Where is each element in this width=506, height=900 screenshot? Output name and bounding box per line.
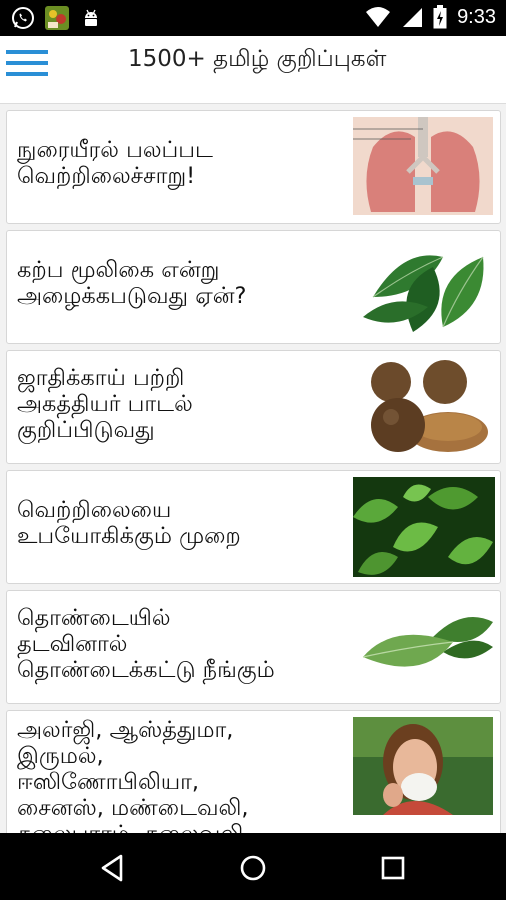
system-status: 9:33 (365, 5, 496, 29)
article-title: தொண்டையில் தடவினால் தொண்டைக்கட்டு நீங்கு… (17, 605, 352, 683)
article-title-line: ஜாதிக்காய் பற்றி (17, 365, 185, 391)
navigation-bar (0, 833, 506, 900)
article-title: நுரையீரல் பலப்பட வெற்றிலைச்சாறு! (17, 137, 352, 189)
whatsapp-icon (10, 5, 36, 31)
article-card[interactable]: வெற்றிலையை உபயோகிக்கும் முறை (6, 470, 501, 584)
lungs-image (353, 117, 493, 215)
article-title-line: இருமல், (17, 743, 104, 769)
notification-icons (10, 5, 104, 31)
app-title: 1500+ தமிழ் குறிப்புகள் (128, 46, 387, 72)
article-title-line: குறிப்பிடுவது (17, 417, 155, 443)
home-icon[interactable] (236, 851, 270, 885)
article-title-line: வெற்றிலையை (17, 497, 172, 523)
clock: 9:33 (457, 5, 496, 28)
article-title-line: தடவினால் (17, 631, 128, 657)
betel-leaves-image (353, 237, 495, 337)
back-icon[interactable] (96, 851, 130, 885)
article-title-line: உபயோகிக்கும் முறை (17, 523, 241, 549)
article-title-line: ஈஸிணோபிலியா, (17, 769, 200, 795)
article-card[interactable]: அலர்ஜி, ஆஸ்த்துமா, இருமல், ஈஸிணோபிலியா, … (6, 710, 501, 833)
article-title-line: சைனஸ், மண்டைவலி, (17, 795, 249, 821)
article-title-line: அழைக்கபடுவது ஏன்? (17, 283, 247, 309)
sneezing-woman-image (353, 717, 493, 815)
article-title-line: அகத்தியர் பாடல் (17, 391, 193, 417)
article-title-line: அலர்ஜி, ஆஸ்த்துமா, (17, 717, 234, 743)
article-title-line: தொண்டைக்கட்டு நீங்கும் (17, 657, 275, 683)
article-title-line: தலைபாரம், தலைவலி (17, 821, 352, 833)
article-card[interactable]: தொண்டையில் தடவினால் தொண்டைக்கட்டு நீங்கு… (6, 590, 501, 704)
article-list[interactable]: நுரையீரல் பலப்பட வெற்றிலைச்சாறு! கற்ப மூ… (0, 104, 506, 833)
app-bar: 1500+ தமிழ் குறிப்புகள் (0, 36, 506, 104)
article-title: ஜாதிக்காய் பற்றி அகத்தியர் பாடல் குறிப்ப… (17, 365, 352, 443)
article-title-line: நுரையீரல் பலப்பட (17, 137, 213, 163)
article-card[interactable]: ஜாதிக்காய் பற்றி அகத்தியர் பாடல் குறிப்ப… (6, 350, 501, 464)
signal-icon (403, 8, 423, 27)
betel-plant-image (353, 477, 495, 577)
battery-icon (433, 5, 447, 29)
nutmeg-image (353, 357, 495, 457)
app-thumbnail-icon (44, 5, 70, 31)
status-bar: 9:33 (0, 0, 506, 36)
wifi-icon (366, 7, 391, 27)
android-icon (78, 5, 104, 31)
article-title-line: வெற்றிலைச்சாறு! (17, 163, 196, 189)
hamburger-menu-icon[interactable] (6, 50, 48, 84)
article-title: கற்ப மூலிகை என்று அழைக்கபடுவது ஏன்? (17, 257, 352, 309)
article-card[interactable]: நுரையீரல் பலப்பட வெற்றிலைச்சாறு! (6, 110, 501, 224)
article-title: வெற்றிலையை உபயோகிக்கும் முறை (17, 497, 352, 549)
article-card[interactable]: கற்ப மூலிகை என்று அழைக்கபடுவது ஏன்? (6, 230, 501, 344)
article-title: அலர்ஜி, ஆஸ்த்துமா, இருமல், ஈஸிணோபிலியா, … (17, 717, 352, 833)
recents-icon[interactable] (376, 851, 410, 885)
article-title-line: கற்ப மூலிகை என்று (17, 257, 220, 283)
betel-leaf-bundle-image (353, 597, 495, 697)
article-title-line: தொண்டையில் (17, 605, 171, 631)
